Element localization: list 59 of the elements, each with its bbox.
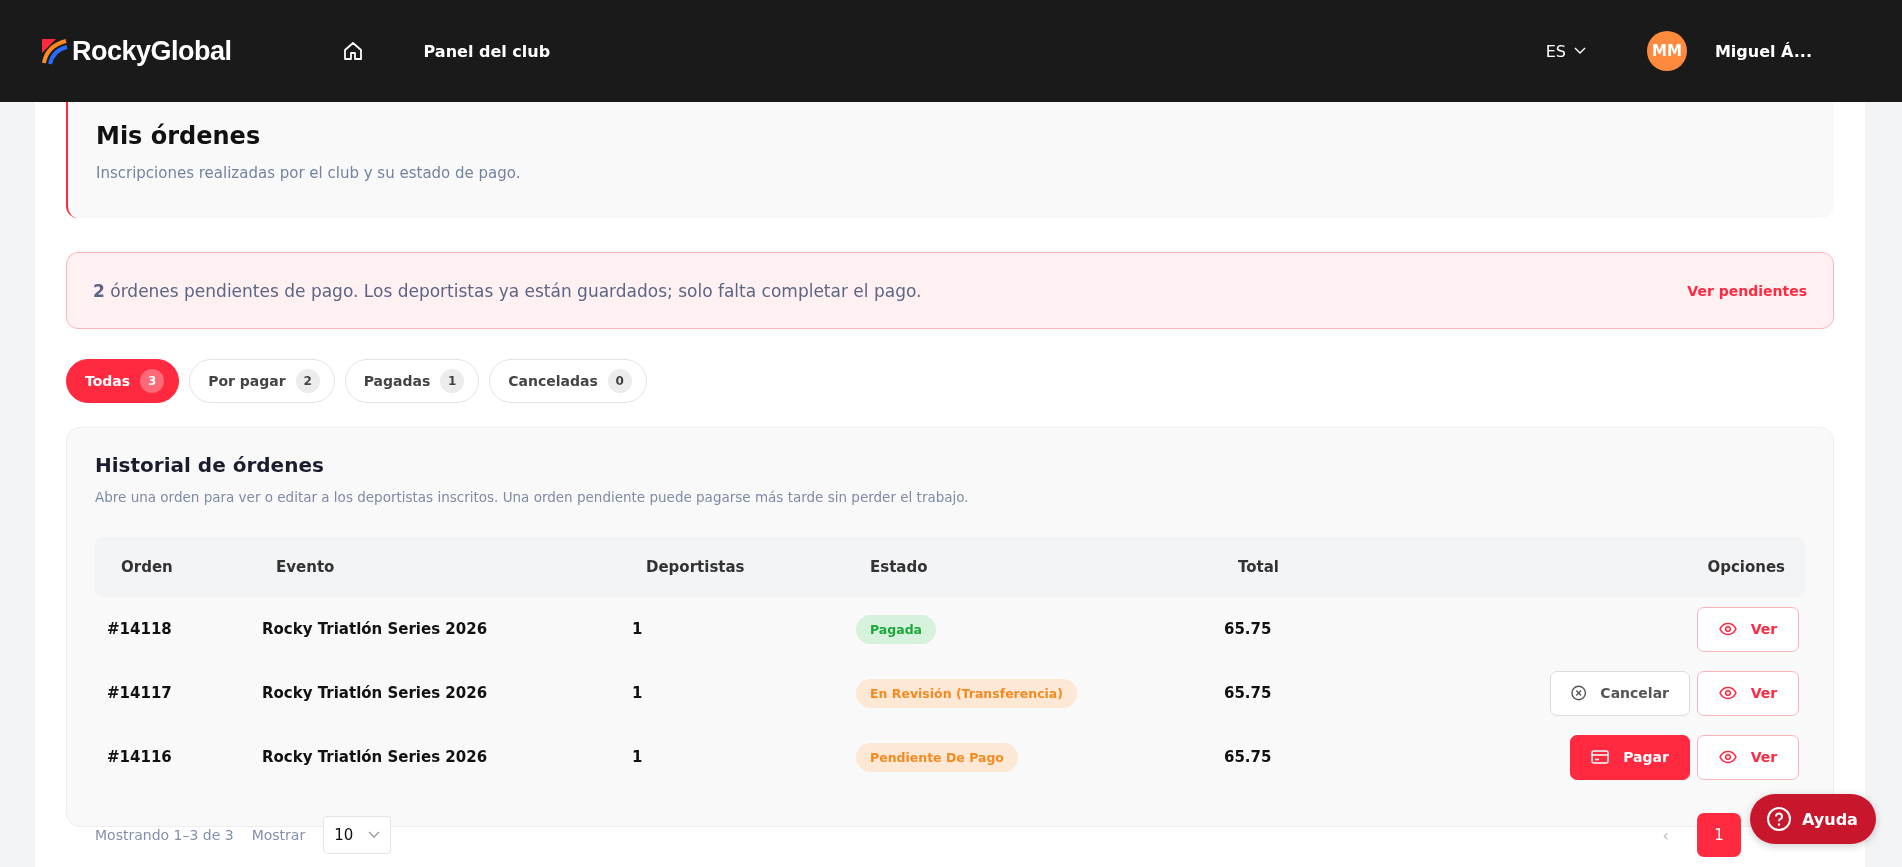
filter-tab[interactable]: Canceladas 0 [489, 359, 647, 403]
filter-tab[interactable]: Todas 3 [66, 359, 180, 403]
order-number: #14117 [106, 684, 173, 702]
status-badge: En Revisión (Transferencia) [856, 678, 1077, 708]
order-number: #14118 [106, 620, 173, 638]
pay-button[interactable]: Pagar [1570, 734, 1690, 780]
column-header: Evento [275, 558, 336, 576]
column-header: Total [1237, 558, 1280, 576]
page-subtitle: Inscripciones realizadas por el club y su estado de pago. [96, 164, 522, 182]
page-size-label: Mostrar [251, 827, 306, 843]
page-title: Mis órdenes [96, 122, 262, 150]
page-size-select[interactable]: 10 [323, 816, 392, 854]
chevron-down-icon [368, 831, 381, 839]
view-button[interactable]: Ver [1697, 670, 1799, 716]
count-badge: 3 [140, 369, 165, 393]
event-name: Rocky Triatlón Series 2026 [261, 620, 489, 638]
home-icon[interactable] [341, 40, 364, 62]
event-name: Rocky Triatlón Series 2026 [261, 684, 489, 702]
athlete-count: 1 [631, 748, 644, 766]
page-button[interactable]: 1 [1697, 813, 1741, 857]
column-header: Estado [869, 558, 929, 576]
card-description: Abre una orden para ver o editar a los deportistas inscritos. Una orden pendiente puede pagarse más tarde sin perder el trabajo. [95, 489, 970, 505]
status-badge: Pendiente De Pago [856, 742, 1018, 772]
help-button[interactable]: Ayuda [1750, 794, 1876, 844]
count-badge: 1 [440, 369, 465, 393]
count-badge: 0 [607, 369, 632, 393]
eye-icon [1718, 686, 1737, 700]
results-summary: Mostrando 1–3 de 3 [95, 827, 234, 843]
card-title: Historial de órdenes [95, 453, 325, 477]
user-name[interactable]: Miguel Á... [1714, 41, 1812, 61]
filter-tab[interactable]: Por pagar 2 [189, 359, 335, 403]
eye-icon [1718, 622, 1737, 636]
language-selector[interactable]: ES [1539, 40, 1592, 62]
eye-icon [1718, 750, 1737, 764]
logo-icon [40, 37, 68, 65]
brand-name: RockyGlobal [72, 35, 232, 67]
order-total: 65.75 [1223, 684, 1273, 702]
order-total: 65.75 [1223, 620, 1273, 638]
chevron-down-icon [1573, 47, 1586, 55]
athlete-count: 1 [631, 620, 644, 638]
column-header: Opciones [1706, 558, 1786, 576]
column-header: Orden [120, 558, 174, 576]
nav-link[interactable]: Panel del club [423, 41, 551, 61]
order-total: 65.75 [1223, 748, 1273, 766]
status-badge: Pagada [856, 614, 937, 644]
column-header: Deportistas [645, 558, 746, 576]
cancel-button[interactable]: Cancelar [1550, 670, 1690, 716]
help-icon [1766, 806, 1792, 832]
filter-tab[interactable]: Pagadas 1 [344, 359, 480, 403]
view-button[interactable]: Ver [1697, 734, 1799, 780]
count-badge: 2 [295, 369, 320, 393]
athlete-count: 1 [631, 684, 644, 702]
alert-message: 2 órdenes pendientes de pago. Los deportistas ya están guardados; solo falta completar el pago. [93, 280, 923, 301]
view-button[interactable]: Ver [1697, 606, 1799, 652]
close-circle-icon [1571, 685, 1587, 701]
order-number: #14116 [106, 748, 173, 766]
event-name: Rocky Triatlón Series 2026 [261, 748, 489, 766]
view-pending-link[interactable]: Ver pendientes [1687, 282, 1807, 299]
credit-card-icon [1591, 750, 1610, 764]
